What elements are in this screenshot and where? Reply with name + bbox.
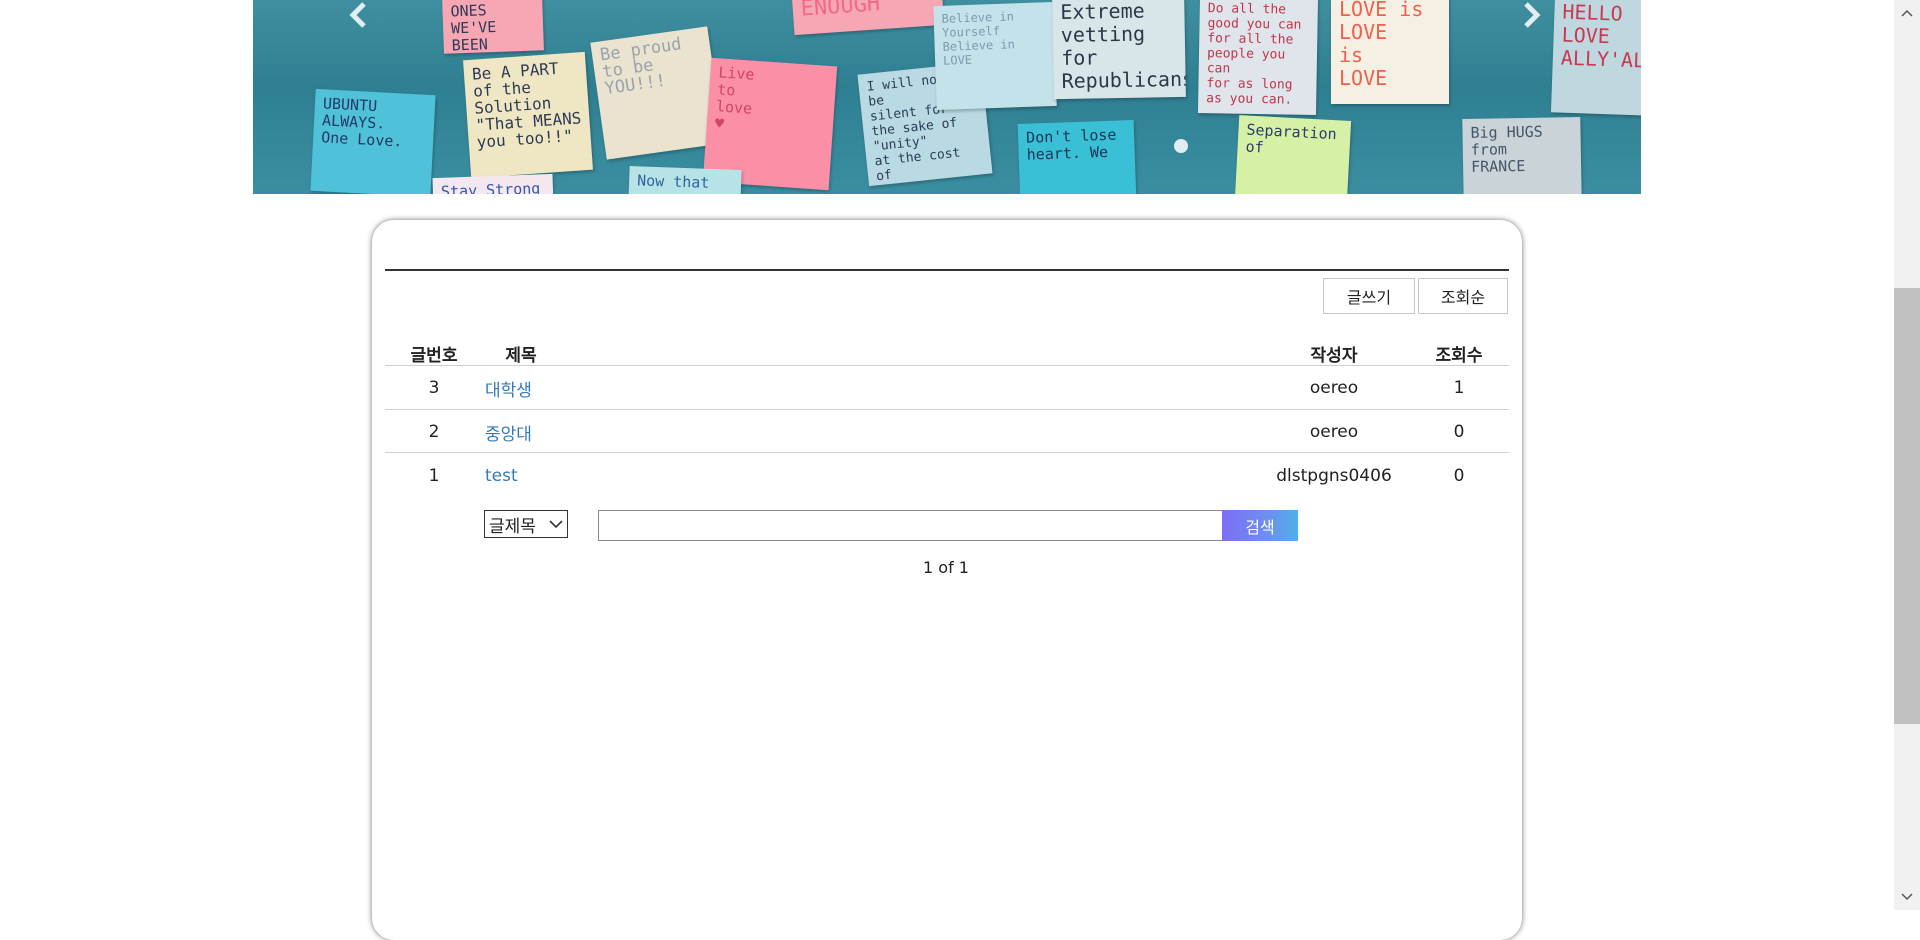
sticky-note: Be proud to be YOU!!! xyxy=(590,26,724,160)
sticky-note: Don't lose heart. We xyxy=(1017,120,1137,194)
board-header-divider xyxy=(385,269,1509,271)
post-views: 0 xyxy=(1453,466,1465,486)
scrollbar-thumb[interactable] xyxy=(1894,288,1920,724)
sticky-note: Be A PART of the Solution "That MEANS yo… xyxy=(463,51,593,179)
scroll-up-button[interactable] xyxy=(1894,0,1920,26)
carousel-indicator-dot[interactable] xyxy=(1174,139,1188,153)
post-title-link[interactable]: 중앙대 xyxy=(485,420,532,445)
chevron-up-icon xyxy=(1901,9,1913,17)
search-button[interactable]: 검색 xyxy=(1222,510,1298,541)
sticky-note: UBUNTU ALWAYS. One Love. xyxy=(310,88,436,194)
post-author: oereo xyxy=(1309,378,1359,398)
pagination-status: 1 of 1 xyxy=(923,558,969,577)
scroll-down-button[interactable] xyxy=(1894,884,1920,910)
sticky-note: ONES WE'VE BEEN WAITING FOR. xyxy=(442,0,544,54)
image-carousel: ONES WE'VE BEEN WAITING FOR. Be A PART o… xyxy=(253,0,1641,194)
column-header-views: 조회수 xyxy=(1435,346,1483,366)
table-header-divider xyxy=(385,365,1509,366)
chevron-down-icon xyxy=(549,520,563,529)
sticky-note: Big HUGS from FRANCE xyxy=(1462,116,1582,194)
post-title-link[interactable]: test xyxy=(485,466,518,486)
post-author: dlstpgns0406 xyxy=(1276,466,1392,486)
sticky-note: Stay Strong xyxy=(432,173,554,194)
chevron-right-icon xyxy=(1524,2,1541,28)
sticky-note: Extreme vetting for Republicans. xyxy=(1052,0,1186,100)
sort-by-views-button[interactable]: 조회순 xyxy=(1418,278,1508,314)
column-header-author: 작성자 xyxy=(1310,346,1358,366)
search-input[interactable] xyxy=(598,510,1224,541)
column-header-title: 제목 xyxy=(505,346,537,366)
sticky-note: Separation of xyxy=(1234,115,1352,194)
post-number: 3 xyxy=(428,378,440,398)
post-views: 0 xyxy=(1453,422,1465,442)
chevron-down-icon xyxy=(1901,893,1913,901)
post-number: 2 xyxy=(428,422,440,442)
sticky-note: HELLO LOVE ALLY'ALL xyxy=(1550,0,1641,116)
board-card xyxy=(372,220,1522,940)
write-post-button[interactable]: 글쓰기 xyxy=(1323,278,1415,314)
post-number: 1 xyxy=(428,466,440,486)
search-field-select[interactable]: 글제목 xyxy=(484,510,568,538)
post-title-link[interactable]: 대학생 xyxy=(485,376,532,401)
post-author: oereo xyxy=(1309,422,1359,442)
sticky-note: LOVE is LOVE is LOVE xyxy=(1331,0,1449,104)
sticky-note: Do all the good you can for all the peop… xyxy=(1197,0,1319,116)
column-header-number: 글번호 xyxy=(410,346,458,366)
chevron-left-icon xyxy=(349,2,366,28)
row-divider xyxy=(385,452,1509,453)
post-views: 1 xyxy=(1453,378,1465,398)
search-field-selected-value: 글제목 xyxy=(489,516,536,537)
sticky-note: Believe in Yourself Believe in LOVE xyxy=(933,1,1057,111)
carousel-prev-button[interactable] xyxy=(339,0,379,30)
carousel-next-button[interactable] xyxy=(1511,0,1551,30)
row-divider xyxy=(385,409,1509,410)
sticky-note: Now that xyxy=(628,166,742,194)
